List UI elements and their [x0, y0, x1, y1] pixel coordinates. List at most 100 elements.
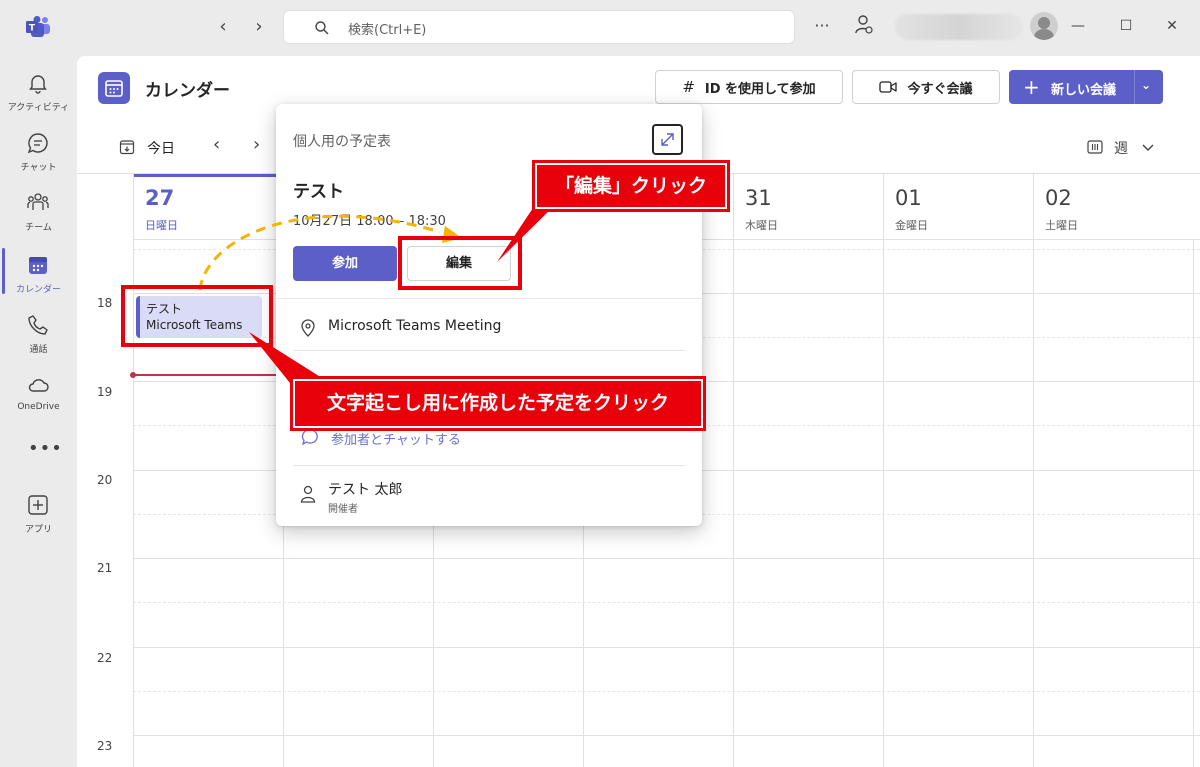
close-icon[interactable]: ✕ — [1162, 16, 1182, 36]
grid-column-line — [1193, 240, 1194, 767]
meet-now-button[interactable]: 今すぐ会議 — [852, 70, 1000, 104]
half-hour-line — [133, 602, 1200, 603]
rail-item-label: チーム — [25, 223, 52, 233]
join-with-id-button[interactable]: # ID を使用して参加 — [655, 70, 843, 104]
week-view-icon — [1087, 140, 1103, 154]
day-number: 31 — [745, 186, 772, 210]
chat-icon — [27, 133, 48, 154]
today-icon — [119, 140, 135, 155]
edit-callout: 「編集」クリック — [532, 160, 730, 212]
person-icon — [300, 485, 316, 503]
grid-column-line — [883, 240, 884, 767]
video-camera-icon — [879, 81, 898, 93]
location-pin-icon — [301, 319, 315, 337]
rail-item-apps[interactable]: アプリ — [0, 486, 77, 542]
calendar-app-icon — [98, 72, 130, 104]
edit-highlight-box — [398, 236, 522, 290]
new-meeting-button[interactable]: + 新しい会議 ⌄ — [1009, 70, 1163, 104]
day-header-31[interactable]: 31 木曜日 — [733, 174, 883, 240]
grid-column-line — [1033, 240, 1034, 767]
rail-item-label: チャット — [20, 163, 57, 173]
event-time: 10月27日 18:00 – 18:30 — [293, 214, 446, 229]
rail-item-label: カレンダー — [15, 285, 61, 295]
search-placeholder: 検索(Ctrl+E) — [348, 23, 427, 38]
day-of-week: 土曜日 — [1045, 219, 1078, 232]
meet-now-label: 今すぐ会議 — [907, 81, 973, 97]
chevron-down-icon[interactable]: ⌄ — [1141, 78, 1151, 92]
back-icon[interactable]: ‹ — [213, 16, 233, 38]
title-bar: T ‹ › 検索(Ctrl+E) ··· — ☐ ✕ — [0, 0, 1200, 56]
rail-item-chat[interactable]: チャット — [0, 124, 77, 180]
rail-item-label: OneDrive — [17, 402, 60, 412]
hour-line — [133, 647, 1200, 648]
day-header-27[interactable]: 27 日曜日 — [133, 174, 284, 240]
hour-line — [133, 558, 1200, 559]
rail-item-label: アプリ — [24, 525, 52, 535]
day-of-week: 木曜日 — [745, 219, 778, 232]
phone-icon — [28, 315, 48, 335]
day-header-01[interactable]: 01 金曜日 — [883, 174, 1033, 240]
current-time-line — [133, 374, 283, 376]
event-highlight-box — [121, 285, 273, 347]
button-divider — [1134, 70, 1135, 104]
plus-icon: + — [1023, 75, 1040, 99]
hour-label: 20 — [97, 473, 113, 487]
day-of-week: 金曜日 — [895, 219, 928, 232]
hashtag-icon: # — [682, 78, 695, 96]
day-header-02[interactable]: 02 土曜日 — [1033, 174, 1200, 240]
hour-label: 21 — [97, 561, 113, 575]
today-button[interactable]: 今日 — [147, 138, 175, 158]
hour-line — [133, 735, 1200, 736]
hour-label: 22 — [97, 651, 113, 665]
chat-icon — [301, 429, 318, 445]
day-number: 02 — [1045, 186, 1072, 210]
next-week-icon[interactable]: › — [253, 134, 260, 155]
day-number: 27 — [145, 186, 175, 210]
account-name[interactable] — [895, 14, 1023, 40]
app-rail: アクティビティ チャット チーム カレンダー 通話 OneDrive ••• ア… — [0, 56, 77, 767]
event-title: テスト — [293, 182, 344, 202]
expand-icon[interactable] — [652, 124, 683, 155]
hour-label: 23 — [97, 739, 113, 753]
join-with-id-label: ID を使用して参加 — [704, 81, 816, 97]
rail-item-teams[interactable]: チーム — [0, 184, 77, 240]
page-title: カレンダー — [145, 81, 230, 101]
divider — [293, 465, 685, 466]
rail-item-calls[interactable]: 通話 — [0, 306, 77, 362]
more-apps-icon[interactable]: ••• — [28, 438, 63, 459]
join-button[interactable]: 参加 — [293, 246, 397, 281]
rail-item-label: 通話 — [29, 345, 48, 355]
search-input[interactable]: 検索(Ctrl+E) — [283, 10, 795, 44]
day-number: 01 — [895, 186, 922, 210]
calendar-icon — [29, 257, 47, 274]
avatar[interactable] — [1030, 12, 1058, 40]
forward-icon[interactable]: › — [249, 16, 269, 38]
maximize-icon[interactable]: ☐ — [1116, 16, 1136, 36]
cloud-icon — [28, 379, 49, 392]
rail-item-calendar[interactable]: カレンダー — [0, 246, 77, 302]
person-settings-icon[interactable] — [853, 14, 875, 36]
half-hour-line — [133, 691, 1200, 692]
chat-with-participants-link[interactable]: 参加者とチャットする — [331, 429, 461, 448]
event-callout: 文字起こし用に作成した予定をクリック — [290, 376, 706, 431]
rail-item-activity[interactable]: アクティビティ — [0, 64, 77, 120]
previous-week-icon[interactable]: ‹ — [213, 134, 220, 155]
minimize-icon[interactable]: — — [1068, 16, 1088, 36]
calendar-name: 個人用の予定表 — [293, 134, 391, 150]
view-selector[interactable]: 週 — [1114, 138, 1128, 158]
day-of-week: 日曜日 — [145, 219, 178, 232]
organizer-role: 開催者 — [328, 504, 358, 515]
rail-item-label: アクティビティ — [7, 103, 70, 113]
add-app-icon — [28, 495, 48, 515]
chevron-down-icon[interactable] — [1141, 140, 1155, 154]
search-icon — [315, 21, 329, 35]
event-location: Microsoft Teams Meeting — [328, 318, 502, 334]
grid-column-line — [733, 240, 734, 767]
teams-logo-icon: T — [26, 16, 50, 37]
organizer-name: テスト 太郎 — [328, 482, 403, 498]
event-callout-text: 文字起こし用に作成した予定をクリック — [293, 379, 703, 428]
rail-item-onedrive[interactable]: OneDrive — [0, 366, 77, 422]
hour-label: 19 — [97, 385, 113, 399]
svg-text:T: T — [29, 24, 36, 34]
more-options-icon[interactable]: ··· — [810, 14, 834, 38]
